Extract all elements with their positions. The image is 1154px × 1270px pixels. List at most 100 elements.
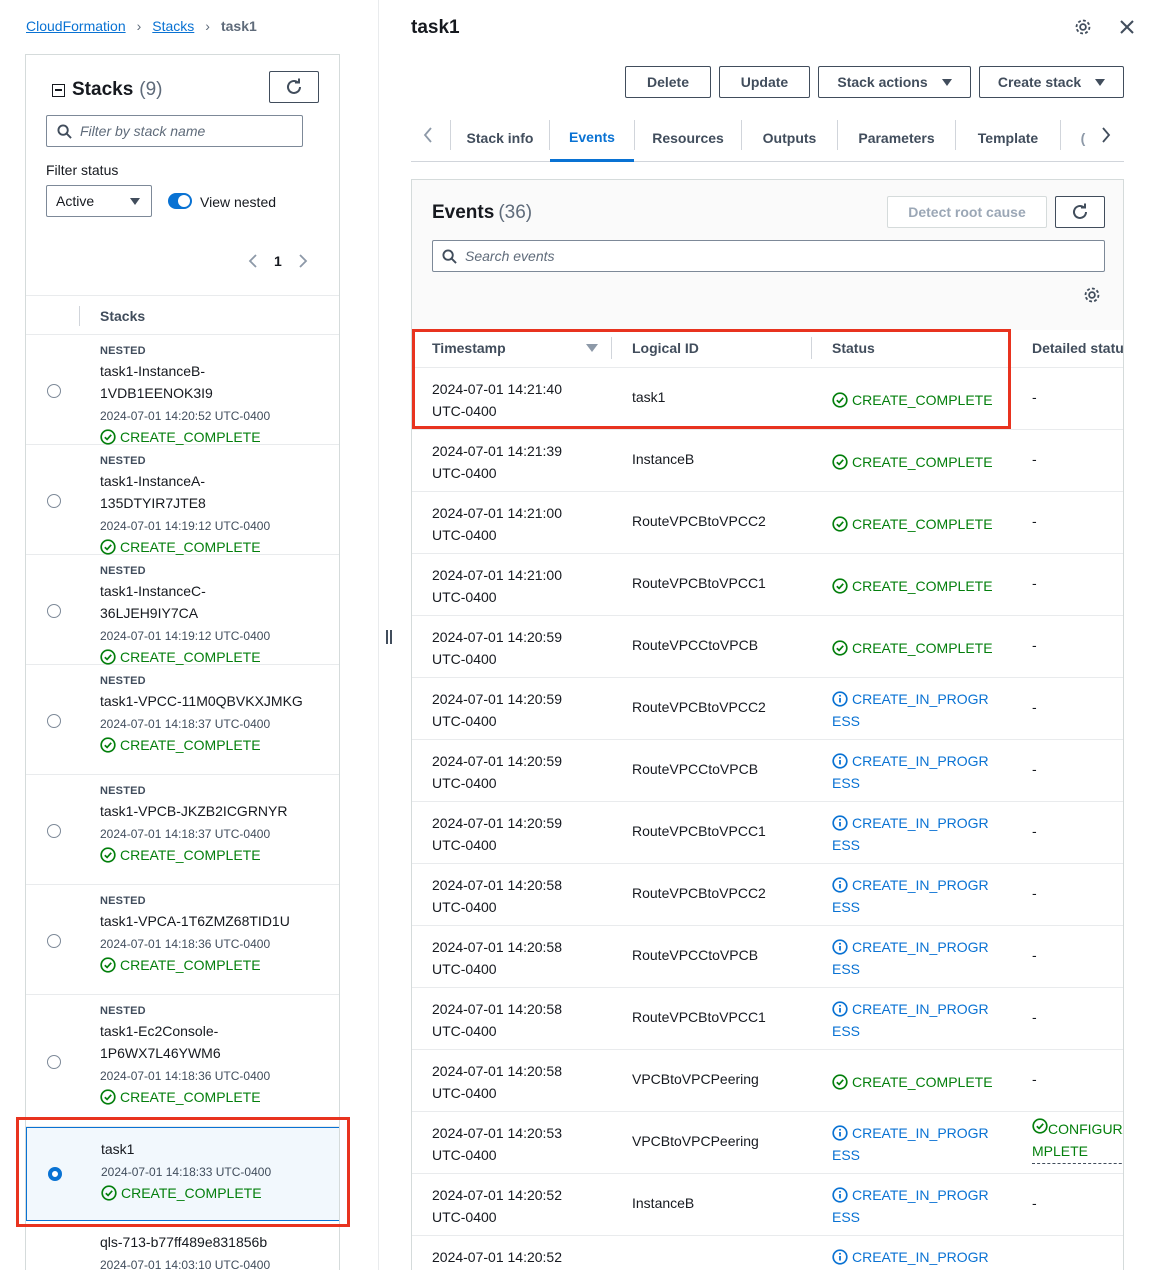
stack-list-item[interactable]: NESTED task1-VPCC-11M0QBVKXJMKG 2024-07-01… [26,665,339,775]
event-row[interactable]: 2024-07-01 14:20:59 UTC-0400 RouteVPCCtoVP… [412,616,1123,678]
stack-radio[interactable] [47,604,61,618]
stack-radio[interactable] [47,1055,61,1069]
event-logical-id: InstanceB [632,1195,695,1211]
delete-button[interactable]: Delete [625,66,711,98]
info-circle-icon [832,753,848,769]
chevron-left-icon[interactable] [423,126,433,144]
events-panel: Events(36) Detect root cause Timestamp L… [411,179,1124,1270]
stack-actions-button[interactable]: Stack actions [818,66,971,98]
page-number[interactable]: 1 [274,253,282,269]
check-circle-icon [101,1185,117,1201]
event-status[interactable]: CREATE_IN_PROGRES [832,1246,997,1270]
filter-status-select[interactable]: Active [46,185,152,217]
event-status[interactable]: CREATE_IN_PROGRESS [832,936,997,980]
event-row[interactable]: 2024-07-01 14:21:39 UTC-0400 InstanceB CREA… [412,430,1123,492]
event-status[interactable]: CREATE_IN_PROGRESS [832,1122,997,1166]
stack-name: task1-VPCA-1T6ZMZ68TID1U [100,913,290,929]
stack-radio[interactable] [47,494,61,508]
stack-status: CREATE_COMPLETE [100,649,261,665]
event-row[interactable]: 2024-07-01 14:21:00 UTC-0400 RouteVPCBtoVP… [412,492,1123,554]
event-timestamp: 2024-07-01 14:21:00 UTC-0400 [432,564,562,608]
stack-radio[interactable] [47,934,61,948]
stack-filter-field[interactable] [46,115,303,147]
event-row[interactable]: 2024-07-01 14:20:52 CREATE_IN_PROGRES [412,1236,1123,1270]
chevron-left-icon[interactable] [248,253,258,269]
column-divider[interactable] [811,337,812,359]
tab-outputs[interactable]: Outputs [742,114,837,162]
event-row[interactable]: 2024-07-01 14:20:53 UTC-0400 VPCBtoVPCPeer… [412,1112,1123,1174]
tab-events[interactable]: Events [550,114,634,162]
stack-radio[interactable] [47,384,61,398]
tab-template[interactable]: Template [956,114,1060,162]
event-row[interactable]: 2024-07-01 14:20:59 UTC-0400 RouteVPCBtoVP… [412,678,1123,740]
stack-list-item[interactable]: NESTED task1-VPCB-JKZB2ICGRNYR 2024-07-01 … [26,775,339,885]
column-status[interactable]: Status [832,340,875,356]
breadcrumb-cloudformation-link[interactable]: CloudFormation [26,18,126,34]
event-row[interactable]: 2024-07-01 14:20:58 UTC-0400 VPCBtoVPCPeer… [412,1050,1123,1112]
column-timestamp[interactable]: Timestamp [432,340,506,356]
stack-status-text: CREATE_COMPLETE [120,539,261,555]
column-divider[interactable] [611,337,612,359]
view-nested-toggle[interactable] [168,193,192,209]
event-timestamp: 2024-07-01 14:20:52 UTC-0400 [432,1184,562,1228]
event-detailed-status[interactable]: CONFIGURA MPLETE [1032,1118,1123,1164]
event-status[interactable]: CREATE_IN_PROGRESS [832,1184,997,1228]
tab-resources[interactable]: Resources [635,114,741,162]
event-status[interactable]: CREATE_IN_PROGRESS [832,750,997,794]
stack-list-item[interactable]: NESTED task1-InstanceB-1VDB1EENOK3I9 2024-… [26,335,339,445]
gear-icon[interactable] [1074,18,1092,36]
detect-root-cause-button[interactable]: Detect root cause [887,196,1047,228]
caret-down-icon[interactable] [586,344,598,352]
event-row[interactable]: 2024-07-01 14:21:40 UTC-0400 task1 CREATE_C… [412,368,1123,430]
stack-list-item[interactable]: NESTED task1-VPCA-1T6ZMZ68TID1U 2024-07-01… [26,885,339,995]
pagination: 1 [248,253,308,269]
update-button[interactable]: Update [719,66,810,98]
events-search-field[interactable] [432,240,1105,272]
chevron-right-icon[interactable] [1101,126,1111,144]
stack-radio[interactable] [47,824,61,838]
event-status[interactable]: CREATE_IN_PROGRESS [832,874,997,918]
column-detailed-status[interactable]: Detailed statu [1032,340,1123,356]
event-row[interactable]: 2024-07-01 14:20:58 UTC-0400 RouteVPCBtoVP… [412,988,1123,1050]
stacks-refresh-button[interactable] [269,71,319,103]
collapse-icon[interactable] [52,83,65,97]
stack-detail: task1 Delete Update Stack actions Create… [395,0,1154,1270]
stack-radio[interactable] [48,1167,62,1181]
event-timestamp: 2024-07-01 14:21:00 UTC-0400 [432,502,562,546]
caret-down-icon [1095,78,1106,86]
info-circle-icon [832,1249,848,1265]
event-row[interactable]: 2024-07-01 14:20:58 UTC-0400 RouteVPCCtoVP… [412,926,1123,988]
events-search-input[interactable] [465,248,685,264]
event-row[interactable]: 2024-07-01 14:21:00 UTC-0400 RouteVPCBtoVP… [412,554,1123,616]
stack-filter-input[interactable] [80,123,300,139]
stack-radio[interactable] [47,714,61,728]
stack-list-item[interactable]: NESTED task1-InstanceC-36LJEH9IY7CA 2024-0… [26,555,339,665]
close-icon[interactable] [1118,18,1136,36]
breadcrumb-stacks-link[interactable]: Stacks [152,18,194,34]
event-status[interactable]: CREATE_IN_PROGRESS [832,812,997,856]
column-logical-id[interactable]: Logical ID [632,340,699,356]
event-row[interactable]: 2024-07-01 14:20:52 UTC-0400 InstanceB CREA… [412,1174,1123,1236]
tab-parameters[interactable]: Parameters [838,114,955,162]
event-timestamp-zone: UTC-0400 [432,713,497,729]
resize-handle[interactable] [385,630,393,644]
events-refresh-button[interactable] [1055,196,1105,228]
stack-list-item[interactable]: NESTED task1-Ec2Console-1P6WX7L46YWM6 2024… [26,995,339,1127]
check-circle-icon [100,539,116,555]
caret-down-icon [130,198,140,205]
event-row[interactable]: 2024-07-01 14:20:59 UTC-0400 RouteVPCBtoVP… [412,802,1123,864]
event-row[interactable]: 2024-07-01 14:20:58 UTC-0400 RouteVPCBtoVP… [412,864,1123,926]
stack-list-item[interactable]: task1 2024-07-01 14:18:33 UTC-0400 CREATE_… [26,1127,339,1221]
nested-badge: NESTED [100,675,146,687]
event-logical-id: VPCBtoVPCPeering [632,1133,759,1149]
tab-stack-info[interactable]: Stack info [451,114,549,162]
event-status[interactable]: CREATE_IN_PROGRESS [832,688,997,732]
event-row[interactable]: 2024-07-01 14:20:59 UTC-0400 RouteVPCCtoVP… [412,740,1123,802]
chevron-right-icon[interactable] [298,253,308,269]
tab-overflow[interactable]: ( [1079,114,1087,162]
stack-list-item[interactable]: qls-713-b77ff489e831856b 2024-07-01 14:03… [26,1221,339,1270]
stack-list-item[interactable]: NESTED task1-InstanceA-135DTYIR7JTE8 2024-… [26,445,339,555]
create-stack-button[interactable]: Create stack [979,66,1124,98]
event-status[interactable]: CREATE_IN_PROGRESS [832,998,997,1042]
gear-icon[interactable] [1083,286,1101,304]
